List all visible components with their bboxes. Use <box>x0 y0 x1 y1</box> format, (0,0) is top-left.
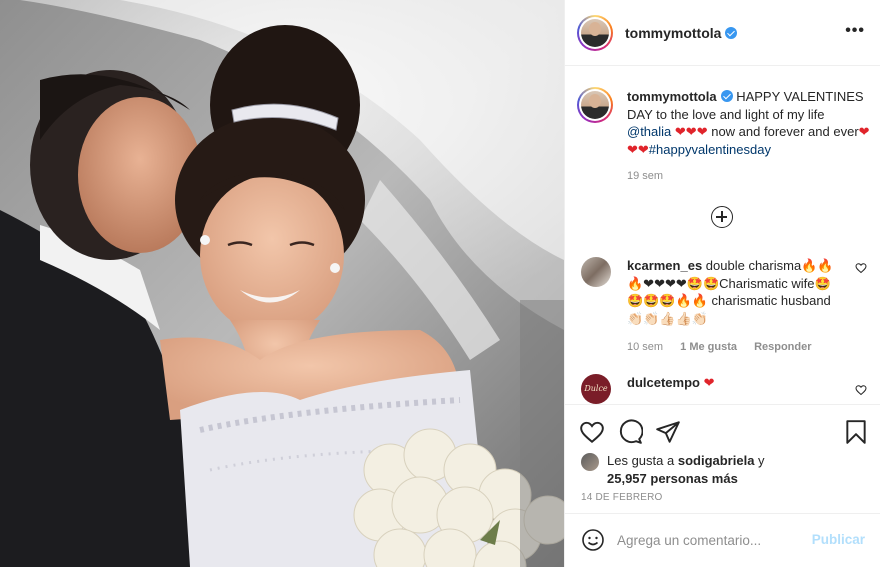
comment-body: ❤ <box>703 375 715 390</box>
liker-username[interactable]: sodigabriela <box>678 453 755 468</box>
emoji-icon[interactable] <box>581 528 605 552</box>
comment-meta: 10 sem 1 Me gusta Responder <box>627 341 826 353</box>
comment-bubble-icon[interactable] <box>617 419 643 445</box>
wedding-photo-illustration <box>0 0 564 567</box>
comment-input[interactable] <box>617 528 807 552</box>
likes-text: Les gusta a sodigabriela y 25,957 person… <box>607 452 807 488</box>
likes-and: y <box>758 453 765 468</box>
like-heart-icon[interactable] <box>579 419 605 445</box>
post-actions: Les gusta a sodigabriela y 25,957 person… <box>565 404 880 514</box>
post-header: tommymottola ••• <box>565 0 880 66</box>
commenter-avatar[interactable]: Dulce <box>581 374 611 404</box>
author-username[interactable]: tommymottola <box>625 25 721 41</box>
load-more-comments-icon[interactable] <box>711 206 733 228</box>
post-photo[interactable] <box>0 0 564 567</box>
likes-count[interactable]: 25,957 personas más <box>607 471 738 486</box>
caption-body-2: now and forever and ever <box>711 124 859 139</box>
comment-text: kcarmen_es double charisma🔥🔥🔥❤❤❤❤🤩🤩Chari… <box>627 257 841 327</box>
verified-badge-icon <box>725 26 738 39</box>
commenter-username[interactable]: kcarmen_es <box>627 258 702 273</box>
verified-badge-icon <box>720 90 733 102</box>
comment-likes[interactable]: 1 Me gusta <box>680 341 737 353</box>
comment-time[interactable]: 10 sem <box>627 341 663 353</box>
likes-prefix: Les gusta a <box>607 453 675 468</box>
commenter-avatar[interactable] <box>581 257 611 287</box>
comment-text: dulcetempo ❤ <box>627 374 841 392</box>
more-options-icon[interactable]: ••• <box>845 22 865 40</box>
hashtag-link[interactable]: #happyvalentinesday <box>649 142 771 157</box>
publish-button[interactable]: Publicar <box>812 532 865 547</box>
liker-avatar[interactable] <box>581 453 599 471</box>
caption-avatar[interactable] <box>577 87 613 123</box>
post-side-panel: tommymottola ••• tommymottola HAPPY VALE… <box>564 0 880 567</box>
like-comment-icon[interactable] <box>855 262 867 274</box>
reply-button[interactable]: Responder <box>754 341 811 353</box>
comments-section[interactable]: tommymottola HAPPY VALENTINES DAY to the… <box>565 67 880 404</box>
commenter-username[interactable]: dulcetempo <box>627 375 700 390</box>
caption-text: tommymottola HAPPY VALENTINES DAY to the… <box>627 88 877 158</box>
save-bookmark-icon[interactable] <box>843 419 869 445</box>
author-avatar[interactable] <box>577 14 613 51</box>
mention-link[interactable]: @thalia <box>627 124 671 139</box>
post-date[interactable]: 14 DE FEBRERO <box>581 492 663 503</box>
caption-username[interactable]: tommymottola <box>627 89 717 104</box>
hearts-emoji: ❤❤❤ <box>674 124 708 139</box>
share-paper-plane-icon[interactable] <box>655 419 681 445</box>
like-comment-icon[interactable] <box>855 384 867 396</box>
add-comment-bar: Publicar <box>565 513 880 567</box>
caption-time[interactable]: 19 sem <box>627 170 663 182</box>
